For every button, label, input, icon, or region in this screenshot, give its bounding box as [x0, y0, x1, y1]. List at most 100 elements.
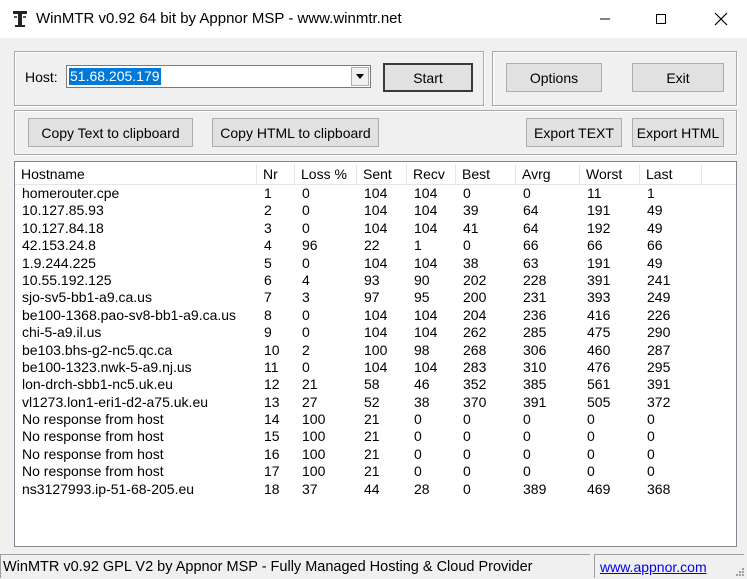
cell-hostname: No response from host — [22, 411, 164, 428]
cell-best: 39 — [463, 202, 479, 219]
table-row[interactable]: lon-drch-sbb1-nc5.uk.eu 12 21 58 46 352 385 561… — [15, 376, 736, 393]
cell-hostname: No response from host — [22, 428, 164, 445]
cell-nr: 5 — [264, 254, 272, 271]
close-button[interactable] — [698, 0, 744, 38]
cell-recv: 104 — [414, 358, 438, 375]
table-row[interactable]: homerouter.cpe 1 0 104 104 0 0 11 1 — [15, 185, 736, 202]
chevron-down-icon — [356, 73, 364, 79]
cell-nr: 9 — [264, 324, 272, 341]
column-header-loss[interactable]: Loss % — [295, 164, 357, 185]
cell-nr: 15 — [264, 428, 280, 445]
cell-best: 352 — [463, 376, 487, 393]
table-row[interactable]: 10.127.85.93 2 0 104 104 39 64 191 49 — [15, 202, 736, 219]
results-table[interactable]: Hostname Nr Loss % Sent Recv Best Avrg W… — [14, 161, 737, 547]
cell-nr: 3 — [264, 219, 272, 236]
cell-nr: 1 — [264, 185, 272, 201]
cell-sent: 58 — [364, 376, 380, 393]
column-header-hostname[interactable]: Hostname — [15, 164, 257, 185]
cell-loss: 100 — [302, 445, 326, 462]
table-row[interactable]: be103.bhs-g2-nc5.qc.ca 10 2 100 98 268 306 460 2… — [15, 342, 736, 359]
table-row[interactable]: No response from host 17 100 21 0 0 0 0 0 — [15, 463, 736, 480]
column-header-best[interactable]: Best — [456, 164, 516, 185]
host-combobox[interactable]: 51.68.205.179 — [66, 65, 371, 88]
cell-loss: 100 — [302, 411, 326, 428]
cell-recv: 0 — [414, 411, 422, 428]
cell-last: 66 — [647, 237, 663, 254]
column-header-worst[interactable]: Worst — [580, 164, 640, 185]
column-header-nr[interactable]: Nr — [257, 164, 295, 185]
cell-avrg: 231 — [523, 289, 547, 306]
cell-avrg: 66 — [523, 237, 539, 254]
copy-text-button[interactable]: Copy Text to clipboard — [28, 118, 193, 147]
table-row[interactable]: 10.127.84.18 3 0 104 104 41 64 192 49 — [15, 220, 736, 237]
table-row[interactable]: 10.55.192.125 6 4 93 90 202 228 391 241 — [15, 272, 736, 289]
column-header-recv[interactable]: Recv — [407, 164, 456, 185]
cell-sent: 93 — [364, 271, 380, 288]
cell-hostname: 42.153.24.8 — [22, 237, 96, 254]
resize-grip-icon[interactable] — [735, 567, 745, 577]
minimize-icon — [600, 18, 610, 20]
export-html-button[interactable]: Export HTML — [632, 118, 724, 147]
table-row[interactable]: ns3127993.ip-51-68-205.eu 18 37 44 28 0 389 469… — [15, 481, 736, 498]
cell-recv: 1 — [414, 237, 422, 254]
table-row[interactable]: sjo-sv5-bb1-a9.ca.us 7 3 97 95 200 231 393 249 — [15, 289, 736, 306]
cell-nr: 14 — [264, 411, 280, 428]
cell-last: 0 — [647, 428, 655, 445]
host-input[interactable]: 51.68.205.179 — [69, 68, 161, 85]
column-header-last[interactable]: Last — [640, 164, 702, 185]
cell-hostname: No response from host — [22, 463, 164, 480]
cell-avrg: 0 — [523, 463, 531, 480]
table-row[interactable]: 1.9.244.225 5 0 104 104 38 63 191 49 — [15, 255, 736, 272]
cell-avrg: 285 — [523, 324, 547, 341]
status-text: WinMTR v0.92 GPL V2 by Appnor MSP - Full… — [0, 554, 590, 578]
table-row[interactable]: vl1273.lon1-eri1-d2-a75.uk.eu 13 27 52 38 370… — [15, 394, 736, 411]
cell-nr: 18 — [264, 480, 280, 497]
cell-avrg: 63 — [523, 254, 539, 271]
cell-recv: 104 — [414, 219, 438, 236]
table-row[interactable]: 42.153.24.8 4 96 22 1 0 66 66 66 — [15, 237, 736, 254]
cell-last: 295 — [647, 358, 671, 375]
maximize-button[interactable] — [638, 0, 684, 38]
table-row[interactable]: be100-1323.nwk-5-a9.nj.us 11 0 104 104 283 310… — [15, 359, 736, 376]
table-row[interactable]: No response from host 15 100 21 0 0 0 0 0 — [15, 428, 736, 445]
cell-worst: 66 — [587, 237, 603, 254]
cell-sent: 104 — [364, 219, 388, 236]
cell-loss: 0 — [302, 306, 310, 323]
cell-recv: 104 — [414, 185, 438, 201]
cell-worst: 475 — [587, 324, 611, 341]
options-button[interactable]: Options — [506, 63, 602, 92]
table-row[interactable]: chi-5-a9.il.us 9 0 104 104 262 285 475 290 — [15, 324, 736, 341]
host-dropdown-button[interactable] — [351, 67, 369, 86]
appnor-link[interactable]: www.appnor.com — [594, 554, 744, 578]
cell-nr: 13 — [264, 393, 280, 410]
cell-loss: 0 — [302, 185, 310, 201]
close-icon — [714, 12, 728, 26]
cell-best: 0 — [463, 480, 471, 497]
cell-avrg: 310 — [523, 358, 547, 375]
cell-nr: 10 — [264, 341, 280, 358]
cell-loss: 0 — [302, 254, 310, 271]
copy-html-button[interactable]: Copy HTML to clipboard — [212, 118, 379, 147]
cell-worst: 0 — [587, 445, 595, 462]
table-row[interactable]: No response from host 16 100 21 0 0 0 0 0 — [15, 446, 736, 463]
column-header-avrg[interactable]: Avrg — [516, 164, 580, 185]
exit-button[interactable]: Exit — [632, 63, 724, 92]
cell-loss: 3 — [302, 289, 310, 306]
table-row[interactable]: No response from host 14 100 21 0 0 0 0 0 — [15, 411, 736, 428]
cell-last: 226 — [647, 306, 671, 323]
cell-sent: 21 — [364, 445, 380, 462]
cell-nr: 8 — [264, 306, 272, 323]
cell-recv: 0 — [414, 463, 422, 480]
cell-sent: 21 — [364, 411, 380, 428]
start-button[interactable]: Start — [383, 63, 473, 92]
cell-sent: 104 — [364, 202, 388, 219]
export-text-button[interactable]: Export TEXT — [526, 118, 622, 147]
column-header-sent[interactable]: Sent — [357, 164, 407, 185]
cell-loss: 0 — [302, 358, 310, 375]
cell-avrg: 306 — [523, 341, 547, 358]
cell-worst: 191 — [587, 202, 611, 219]
table-row[interactable]: be100-1368.pao-sv8-bb1-a9.ca.us 8 0 104 104 2… — [15, 307, 736, 324]
title-bar[interactable]: WinMTR v0.92 64 bit by Appnor MSP - www.… — [0, 0, 747, 38]
cell-worst: 460 — [587, 341, 611, 358]
minimize-button[interactable] — [582, 0, 628, 38]
